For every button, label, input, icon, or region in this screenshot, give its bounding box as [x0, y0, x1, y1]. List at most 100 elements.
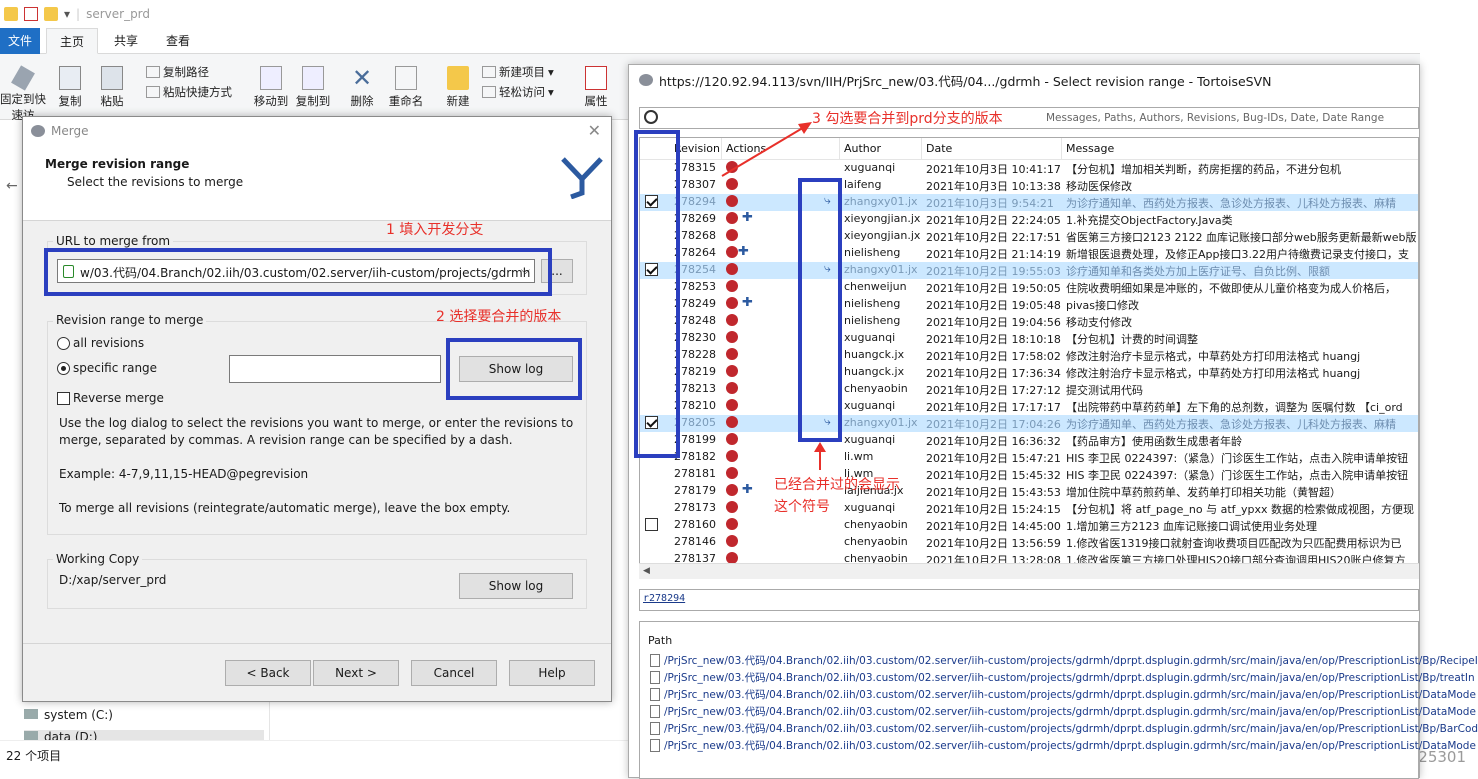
path-header: Path [648, 634, 673, 647]
row-revision: 278253 [674, 280, 716, 293]
back-arrow-icon[interactable]: ← [6, 178, 18, 194]
radio-off[interactable] [57, 337, 70, 350]
table-row[interactable]: 278210 xuguanqi 2021年10月2日 17:17:17 【出院带药中草… [640, 398, 1418, 415]
table-row[interactable]: 278230 xuguanqi 2021年10月2日 18:10:18 【分包机】计费… [640, 330, 1418, 347]
tab-view[interactable]: 查看 [156, 28, 200, 54]
delete-button[interactable]: ✕ 删除 [346, 66, 378, 109]
row-date: 2021年10月2日 19:04:56 [926, 316, 1061, 329]
tab-share[interactable]: 共享 [104, 28, 148, 54]
all-revisions-radio[interactable]: all revisions [57, 336, 144, 350]
tab-file[interactable]: 文件 [0, 28, 40, 54]
table-row[interactable]: 278146 chenyaobin 2021年10月2日 13:56:59 1.修改省… [640, 534, 1418, 551]
wc-show-log-button[interactable]: Show log [459, 573, 573, 599]
working-copy-path: D:/xap/server_prd [59, 573, 167, 587]
row-revision: 278269 [674, 212, 716, 225]
modified-icon [726, 246, 738, 258]
modified-icon [726, 314, 738, 326]
rename-button[interactable]: 重命名 [386, 66, 426, 109]
copy-path-button[interactable]: 复制路径 [146, 64, 209, 80]
pin-icon [11, 65, 35, 91]
help-button[interactable]: Help [509, 660, 595, 686]
new-folder-icon[interactable] [44, 7, 58, 21]
col-author[interactable]: Author [840, 138, 922, 160]
row-author: zhangxy01.jx [844, 195, 918, 208]
table-row[interactable]: 278199 xuguanqi 2021年10月2日 16:36:32 【药品审方】使… [640, 432, 1418, 449]
properties-button[interactable]: 属性 [580, 66, 612, 109]
checkbox[interactable] [57, 392, 70, 405]
table-row[interactable]: 278219 huangck.jx 2021年10月2日 17:36:34 修改注射治… [640, 364, 1418, 381]
paste-shortcut-button[interactable]: 粘贴快捷方式 [146, 84, 232, 100]
table-row[interactable]: 278249 ✚ nielisheng 2021年10月2日 19:05:48 piva… [640, 296, 1418, 313]
move-to-button[interactable]: 移动到 [252, 66, 290, 109]
file-icon [650, 688, 660, 701]
scroll-left-icon[interactable]: ◀ [643, 566, 650, 576]
table-row[interactable]: 278264 ✚ nielisheng 2021年10月2日 21:14:19 新增银医… [640, 245, 1418, 262]
row-checkbox[interactable] [645, 518, 658, 531]
next-button[interactable]: Next > [313, 660, 399, 686]
log-message-box[interactable]: r278294 [639, 589, 1419, 611]
item-count: 22 个项目 [6, 749, 62, 763]
col-message[interactable]: Message [1062, 138, 1418, 160]
list-item[interactable]: /PrjSrc_new/03.代码/04.Branch/02.iih/03.cu… [650, 703, 1476, 720]
copy-to-button[interactable]: 复制到 [294, 66, 332, 109]
table-row[interactable]: 278205 ⤷ zhangxy01.jx 2021年10月2日 17:04:26 为诊… [640, 415, 1418, 432]
pin-label: 固定到快 [0, 92, 46, 106]
table-row[interactable]: 278248 nielisheng 2021年10月2日 19:04:56 移动支付修… [640, 313, 1418, 330]
col-date[interactable]: Date [922, 138, 1062, 160]
row-revision: 278146 [674, 535, 716, 548]
row-message: HIS 李卫民 0224397:（紧急）门诊医生工作站，点击入院申请单按钮 [1066, 469, 1409, 482]
table-row[interactable]: 278315 xuguanqi 2021年10月3日 10:41:17 【分包机】增加… [640, 160, 1418, 177]
file-icon [650, 722, 660, 735]
list-item[interactable]: /PrjSrc_new/03.代码/04.Branch/02.iih/03.cu… [650, 669, 1475, 686]
table-row[interactable]: 278269 ✚ xieyongjian.jx 2021年10月2日 22:24:05… [640, 211, 1418, 228]
range-input[interactable] [229, 355, 441, 383]
log-message-text: r278294 [643, 593, 686, 604]
copy-button[interactable]: 复制 [54, 66, 86, 109]
qa-dropdown-icon[interactable]: ▾ [64, 7, 70, 21]
table-row[interactable]: 278268 xieyongjian.jx 2021年10月2日 22:17:51 省… [640, 228, 1418, 245]
table-row[interactable]: 278254 ⤷ zhangxy01.jx 2021年10月2日 19:55:03 诊疗… [640, 262, 1418, 279]
table-row[interactable]: 278173 xuguanqi 2021年10月2日 15:24:15 【分包机】将 … [640, 500, 1418, 517]
close-icon[interactable]: ✕ [588, 121, 601, 140]
search-icon[interactable] [644, 110, 658, 124]
table-row[interactable]: 278213 chenyaobin 2021年10月2日 17:27:12 提交测试用… [640, 381, 1418, 398]
col-actions[interactable]: Actions [722, 138, 840, 160]
log-search-box[interactable]: Messages, Paths, Authors, Revisions, Bug… [639, 107, 1419, 129]
reverse-merge-checkbox[interactable]: Reverse merge [57, 391, 164, 405]
table-row[interactable]: 278160 chenyaobin 2021年10月2日 14:45:00 1.增加第… [640, 517, 1418, 534]
table-row[interactable]: 278182 li.wm 2021年10月2日 15:47:21 HIS 李卫民 02… [640, 449, 1418, 466]
list-item[interactable]: /PrjSrc_new/03.代码/04.Branch/02.iih/03.cu… [650, 737, 1476, 754]
table-row[interactable]: 278228 huangck.jx 2021年10月2日 17:58:02 修改注射治… [640, 347, 1418, 364]
specific-range-radio[interactable]: specific range [57, 361, 157, 375]
tab-home[interactable]: 主页 [46, 28, 98, 54]
reverse-merge-label: Reverse merge [73, 391, 164, 405]
list-item[interactable]: /PrjSrc_new/03.代码/04.Branch/02.iih/03.cu… [650, 652, 1478, 669]
horizontal-scrollbar[interactable]: ◀ [639, 563, 1419, 579]
changed-paths-list[interactable]: Path /PrjSrc_new/03.代码/04.Branch/02.iih/… [639, 621, 1478, 779]
path-text: /PrjSrc_new/03.代码/04.Branch/02.iih/03.cu… [664, 672, 1475, 684]
back-button[interactable]: < Back [225, 660, 311, 686]
footer-divider [23, 643, 611, 644]
row-date: 2021年10月2日 17:04:26 [926, 418, 1061, 431]
new-item-button[interactable]: 新建项目 ▾ [482, 64, 554, 80]
modified-icon [726, 450, 738, 462]
paste-button[interactable]: 粘贴 [96, 66, 128, 109]
new-folder-button[interactable]: 新建 [442, 66, 474, 109]
drive-c[interactable]: system (C:) [24, 708, 113, 722]
annotation-step1: 1 填入开发分支 [386, 222, 484, 238]
table-row[interactable]: 278307 laifeng 2021年10月3日 10:13:38 移动医保修改 [640, 177, 1418, 194]
table-row[interactable]: 278181 li.wm 2021年10月2日 15:45:32 HIS 李卫民 02… [640, 466, 1418, 483]
table-row[interactable]: 278179 ✚ laijienua.jx 2021年10月2日 15:43:53 增加… [640, 483, 1418, 500]
file-icon [650, 671, 660, 684]
pin-button[interactable]: 固定到快 速访 [0, 65, 46, 123]
list-item[interactable]: /PrjSrc_new/03.代码/04.Branch/02.iih/03.cu… [650, 720, 1478, 737]
easy-access-button[interactable]: 轻松访问 ▾ [482, 84, 554, 100]
revision-list[interactable]: Revision Actions Author Date Message 278… [639, 137, 1419, 579]
radio-on[interactable] [57, 362, 70, 375]
row-revision: 278219 [674, 365, 716, 378]
table-row[interactable]: 278294 ⤷ zhangxy01.jx 2021年10月3日 9:54:21 为诊疗… [640, 194, 1418, 211]
list-item[interactable]: /PrjSrc_new/03.代码/04.Branch/02.iih/03.cu… [650, 686, 1476, 703]
table-row[interactable]: 278253 chenweijun 2021年10月2日 19:50:05 住院收费明… [640, 279, 1418, 296]
properties-check-icon[interactable] [24, 7, 38, 21]
cancel-button[interactable]: Cancel [411, 660, 497, 686]
